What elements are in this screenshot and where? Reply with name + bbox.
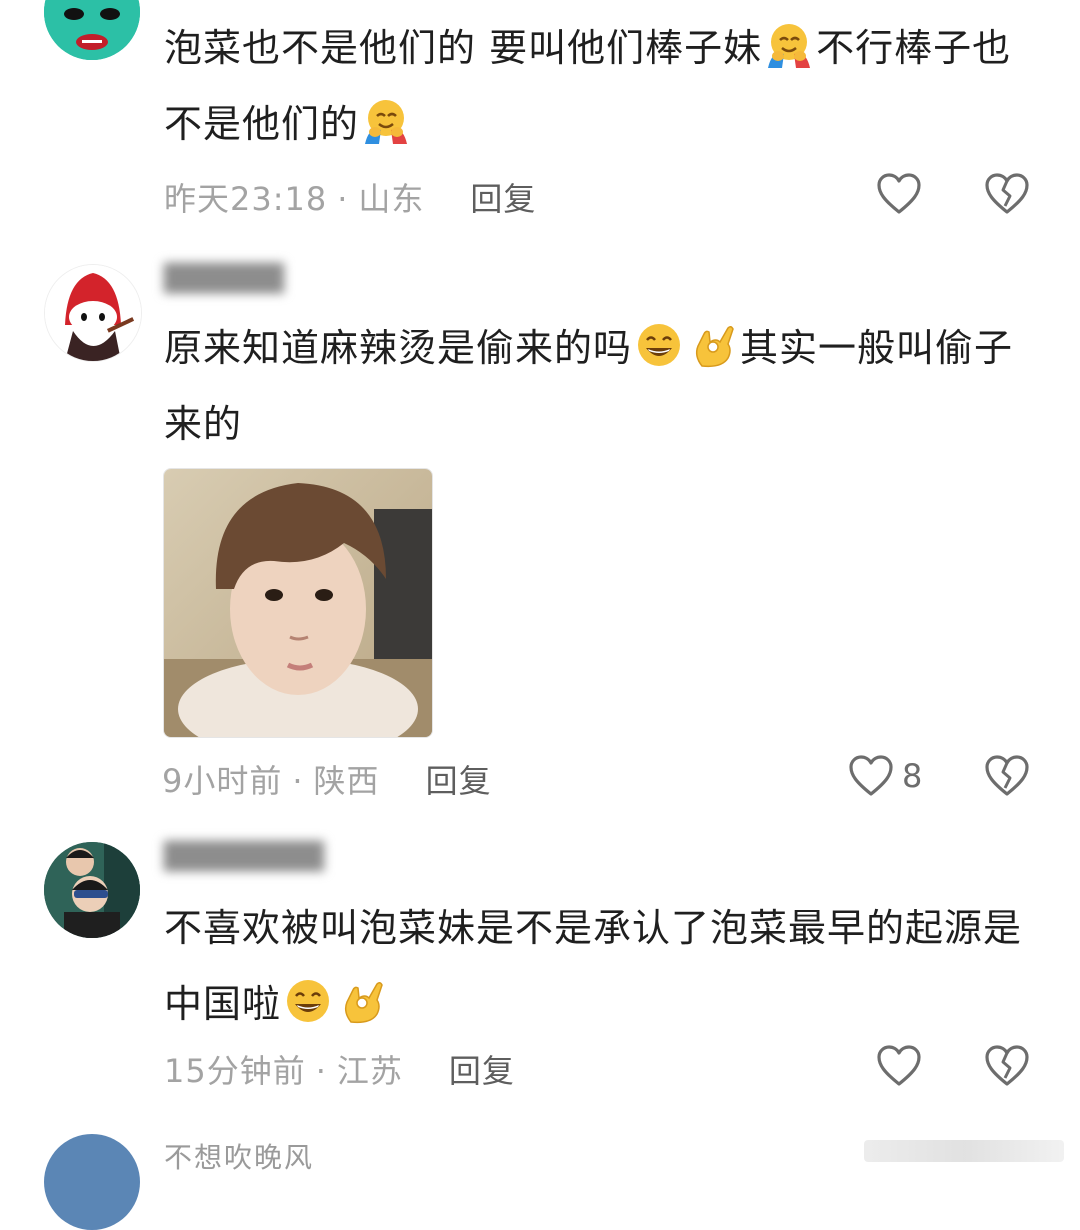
- hugging-face-emoji: [365, 100, 408, 144]
- username[interactable]: 不想吹晚风: [164, 1136, 314, 1176]
- avatar-red-hood-character-image: [45, 265, 141, 361]
- dislike-button[interactable]: [984, 1044, 1030, 1088]
- username[interactable]: ██████: [164, 264, 284, 294]
- broken-heart-icon: [985, 173, 1029, 214]
- comment-time: 昨天23:18: [164, 180, 328, 218]
- reply-button[interactable]: 回复: [470, 180, 536, 218]
- reply-button[interactable]: 回复: [426, 762, 492, 800]
- hugging-face-emoji: [768, 24, 811, 68]
- avatar[interactable]: [44, 0, 140, 60]
- dislike-button[interactable]: [984, 172, 1030, 216]
- selfie-photo: [164, 469, 432, 737]
- broken-heart-icon: [985, 755, 1029, 796]
- grinning-sweat-emoji: [287, 980, 330, 1022]
- comment-time: 15分钟前: [164, 1052, 306, 1090]
- avatar[interactable]: [44, 842, 140, 938]
- comment-location: 江苏: [336, 1052, 403, 1090]
- comment-text: 泡菜也不是他们的 要叫他们棒子妹 不行棒子也不是他们的: [164, 10, 1024, 162]
- comment-text: 原来知道麻辣烫是偷来的吗 其实一般叫偷子来的: [164, 310, 1024, 462]
- heart-icon: [849, 755, 893, 796]
- avatar-mask-face-image: [44, 0, 140, 60]
- heart-icon: [877, 1045, 921, 1086]
- avatar[interactable]: [44, 1134, 140, 1230]
- heart-icon: [877, 173, 921, 214]
- broken-heart-icon: [985, 1045, 1029, 1086]
- comment-meta: 昨天23:18 · 山东 回复: [164, 174, 536, 220]
- reply-button[interactable]: 回复: [449, 1052, 515, 1090]
- separator: ·: [292, 762, 304, 800]
- avatar[interactable]: [44, 264, 142, 362]
- like-button[interactable]: [876, 1044, 922, 1088]
- dislike-button[interactable]: [984, 754, 1030, 798]
- comment-time: 9小时前: [162, 762, 283, 800]
- like-count: 8: [902, 757, 923, 795]
- comment-location: 山东: [358, 180, 425, 218]
- watermark: [864, 1140, 1064, 1162]
- ok-hand-emoji: [344, 981, 383, 1024]
- comment-text-part: 原来知道麻辣烫是偷来的吗: [164, 326, 633, 370]
- comment-meta: 15分钟前 · 江苏 回复: [164, 1046, 515, 1092]
- like-button[interactable]: 8: [848, 754, 922, 798]
- ok-hand-emoji: [695, 325, 734, 368]
- comment-meta: 9小时前 · 陕西 回复: [162, 756, 492, 802]
- username[interactable]: ████████: [164, 842, 324, 872]
- comment-text: 不喜欢被叫泡菜妹是不是承认了泡菜最早的起源是中国啦: [164, 890, 1024, 1042]
- like-button[interactable]: [876, 172, 922, 216]
- grinning-sweat-emoji: [638, 324, 681, 366]
- comment-image[interactable]: [163, 468, 433, 738]
- separator: ·: [337, 180, 349, 218]
- comment-text-part: 泡菜也不是他们的 要叫他们棒子妹: [164, 26, 763, 70]
- comment-location: 陕西: [313, 762, 380, 800]
- avatar-two-people-image: [44, 842, 140, 938]
- separator: ·: [315, 1052, 327, 1090]
